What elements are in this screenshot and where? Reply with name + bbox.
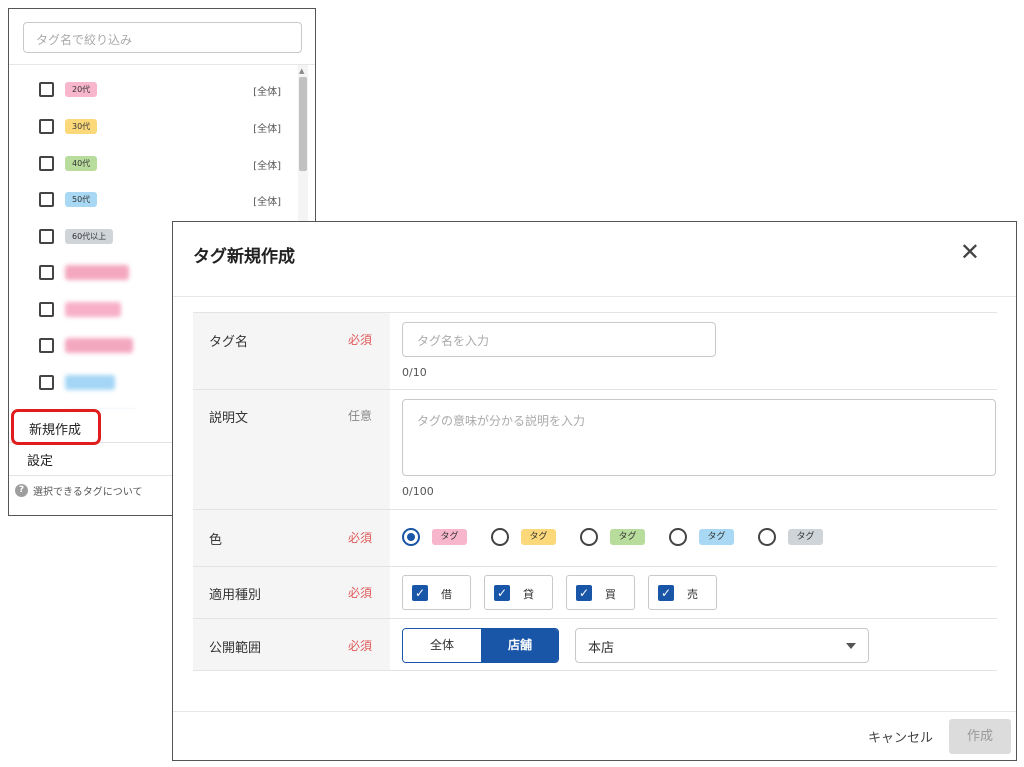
tag-help-text: 選択できるタグについて [33, 487, 143, 498]
required-badge: 必須 [348, 333, 373, 347]
field-tag-name: タグ名 必須 タグ名を入力 0/10 [193, 312, 997, 389]
type-checkbox-sell[interactable]: ✓ 売 [648, 575, 717, 610]
color-radio-blue[interactable] [669, 528, 687, 546]
blurred-tag-chip [65, 302, 121, 317]
tag-checkbox[interactable] [39, 375, 54, 390]
check-icon: ✓ [576, 585, 592, 601]
dialog-title: タグ新規作成 [193, 247, 295, 267]
divider [173, 711, 1016, 712]
tag-row[interactable]: 50代 [全体] [9, 182, 299, 218]
color-radio-pink[interactable] [402, 528, 420, 546]
field-label: 公開範囲 [209, 641, 262, 656]
tag-chip: 20代 [65, 82, 98, 97]
field-scope: 公開範囲 必須 全体 店舗 本店 [193, 618, 997, 671]
char-counter: 0/100 [402, 485, 434, 498]
scope-option-all[interactable]: 全体 [403, 629, 481, 662]
field-label-cell: 適用種別 必須 [193, 567, 390, 618]
char-counter: 0/10 [402, 366, 427, 379]
scope-segmented-control: 全体 店舗 [402, 628, 559, 663]
tag-chip: 50代 [65, 192, 98, 207]
tag-scope-label: [全体] [253, 87, 281, 98]
cancel-button[interactable]: キャンセル [868, 727, 933, 746]
tag-checkbox[interactable] [39, 338, 54, 353]
new-tag-dialog: タグ新規作成 ✕ タグ名 必須 タグ名を入力 0/10 説明文 任意 タグの意味… [172, 221, 1017, 761]
blurred-tag-chip [65, 338, 133, 353]
tag-scope-label: [全体] [253, 124, 281, 135]
tag-checkbox[interactable] [39, 119, 54, 134]
type-label: 売 [687, 588, 698, 601]
required-badge: 必須 [348, 531, 373, 545]
field-label: 適用種別 [209, 588, 262, 603]
blurred-tag-chip [65, 375, 115, 390]
color-chip-gray: タグ [788, 529, 823, 545]
tag-checkbox[interactable] [39, 229, 54, 244]
field-label: 説明文 [209, 411, 249, 426]
tag-scope-label: [全体] [253, 161, 281, 172]
color-radio-yellow[interactable] [491, 528, 509, 546]
tag-row[interactable]: 30代 [全体] [9, 109, 299, 145]
tag-chip: 40代 [65, 156, 98, 171]
required-badge: 必須 [348, 586, 373, 600]
tag-checkbox[interactable] [39, 192, 54, 207]
tag-chip: 60代以上 [65, 229, 114, 244]
field-color: 色 必須 タグ タグ タグ タグ タグ [193, 509, 997, 566]
create-button[interactable]: 作成 [949, 719, 1011, 754]
field-label-cell: 説明文 任意 [193, 390, 390, 509]
check-icon: ✓ [494, 585, 510, 601]
scroll-up-icon[interactable]: ▲ [299, 67, 304, 75]
optional-badge: 任意 [348, 409, 373, 423]
tag-row[interactable]: 40代 [全体] [9, 146, 299, 182]
field-label-cell: 色 必須 [193, 510, 390, 566]
type-checkbox-lend[interactable]: ✓ 貸 [484, 575, 553, 610]
type-checkbox-borrow[interactable]: ✓ 借 [402, 575, 471, 610]
tag-checkbox[interactable] [39, 82, 54, 97]
settings-menu-item[interactable]: 設定 [27, 450, 53, 469]
type-label: 貸 [523, 588, 534, 601]
color-chip-yellow: タグ [521, 529, 556, 545]
chevron-down-icon [846, 643, 856, 649]
scrollbar-thumb[interactable] [299, 77, 307, 171]
tag-row[interactable]: 20代 [全体] [9, 72, 299, 108]
color-radio-gray[interactable] [758, 528, 776, 546]
color-radio-green[interactable] [580, 528, 598, 546]
field-label-cell: タグ名 必須 [193, 313, 390, 389]
blurred-tag-chip [65, 265, 129, 280]
type-label: 借 [441, 588, 452, 601]
tag-help-link[interactable]: ? 選択できるタグについて [15, 483, 143, 498]
color-chip-green: タグ [610, 529, 645, 545]
scope-option-store[interactable]: 店舗 [481, 629, 558, 662]
field-label: 色 [209, 533, 223, 548]
color-chip-blue: タグ [699, 529, 734, 545]
tag-form: タグ名 必須 タグ名を入力 0/10 説明文 任意 タグの意味が分かる説明を入力… [193, 312, 997, 671]
field-label: タグ名 [209, 335, 249, 350]
tag-checkbox[interactable] [39, 156, 54, 171]
required-badge: 必須 [348, 639, 373, 653]
check-icon: ✓ [658, 585, 674, 601]
field-description: 説明文 任意 タグの意味が分かる説明を入力 0/100 [193, 389, 997, 509]
check-icon: ✓ [412, 585, 428, 601]
new-tag-menu-item[interactable]: 新規作成 [11, 409, 101, 445]
store-select[interactable]: 本店 [575, 628, 869, 663]
description-textarea[interactable]: タグの意味が分かる説明を入力 [402, 399, 996, 476]
help-circle-icon: ? [15, 484, 28, 497]
tag-name-input[interactable]: タグ名を入力 [402, 322, 716, 357]
field-types: 適用種別 必須 ✓ 借 ✓ 貸 ✓ 買 ✓ 売 [193, 566, 997, 618]
type-label: 買 [605, 588, 616, 601]
tag-checkbox[interactable] [39, 302, 54, 317]
type-checkbox-buy[interactable]: ✓ 買 [566, 575, 635, 610]
color-chip-pink: タグ [432, 529, 467, 545]
field-label-cell: 公開範囲 必須 [193, 619, 390, 670]
close-icon[interactable]: ✕ [960, 240, 980, 264]
tag-search-input[interactable]: タグ名で絞り込み [23, 22, 302, 53]
tag-chip: 30代 [65, 119, 98, 134]
store-select-value: 本店 [588, 641, 615, 656]
tag-checkbox[interactable] [39, 265, 54, 280]
divider [173, 296, 1016, 297]
tag-scope-label: [全体] [253, 197, 281, 208]
